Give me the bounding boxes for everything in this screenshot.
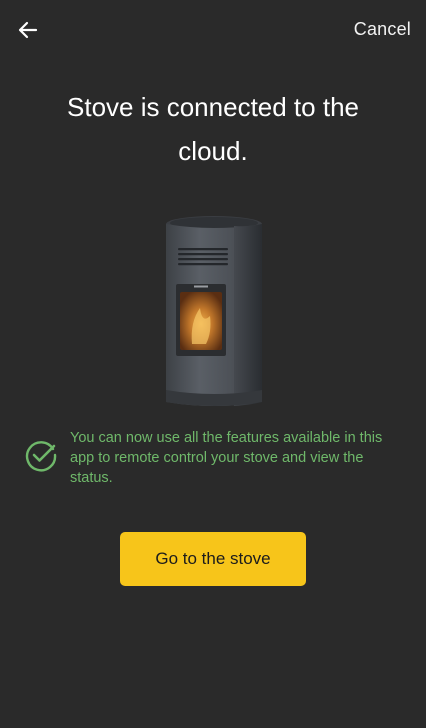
status-message: You can now use all the features availab… <box>24 428 404 488</box>
stove-image <box>166 216 262 406</box>
arrow-left-icon <box>18 21 38 39</box>
screen: Cancel Stove is connected to the cloud. <box>0 0 426 728</box>
go-to-stove-button[interactable]: Go to the stove <box>120 532 306 586</box>
cancel-button[interactable]: Cancel <box>354 19 411 40</box>
status-text: You can now use all the features availab… <box>70 430 383 486</box>
back-button[interactable] <box>10 14 46 46</box>
check-circle-icon <box>25 441 57 472</box>
page-title: Stove is connected to the cloud. <box>67 92 359 166</box>
top-bar: Cancel <box>0 0 426 60</box>
